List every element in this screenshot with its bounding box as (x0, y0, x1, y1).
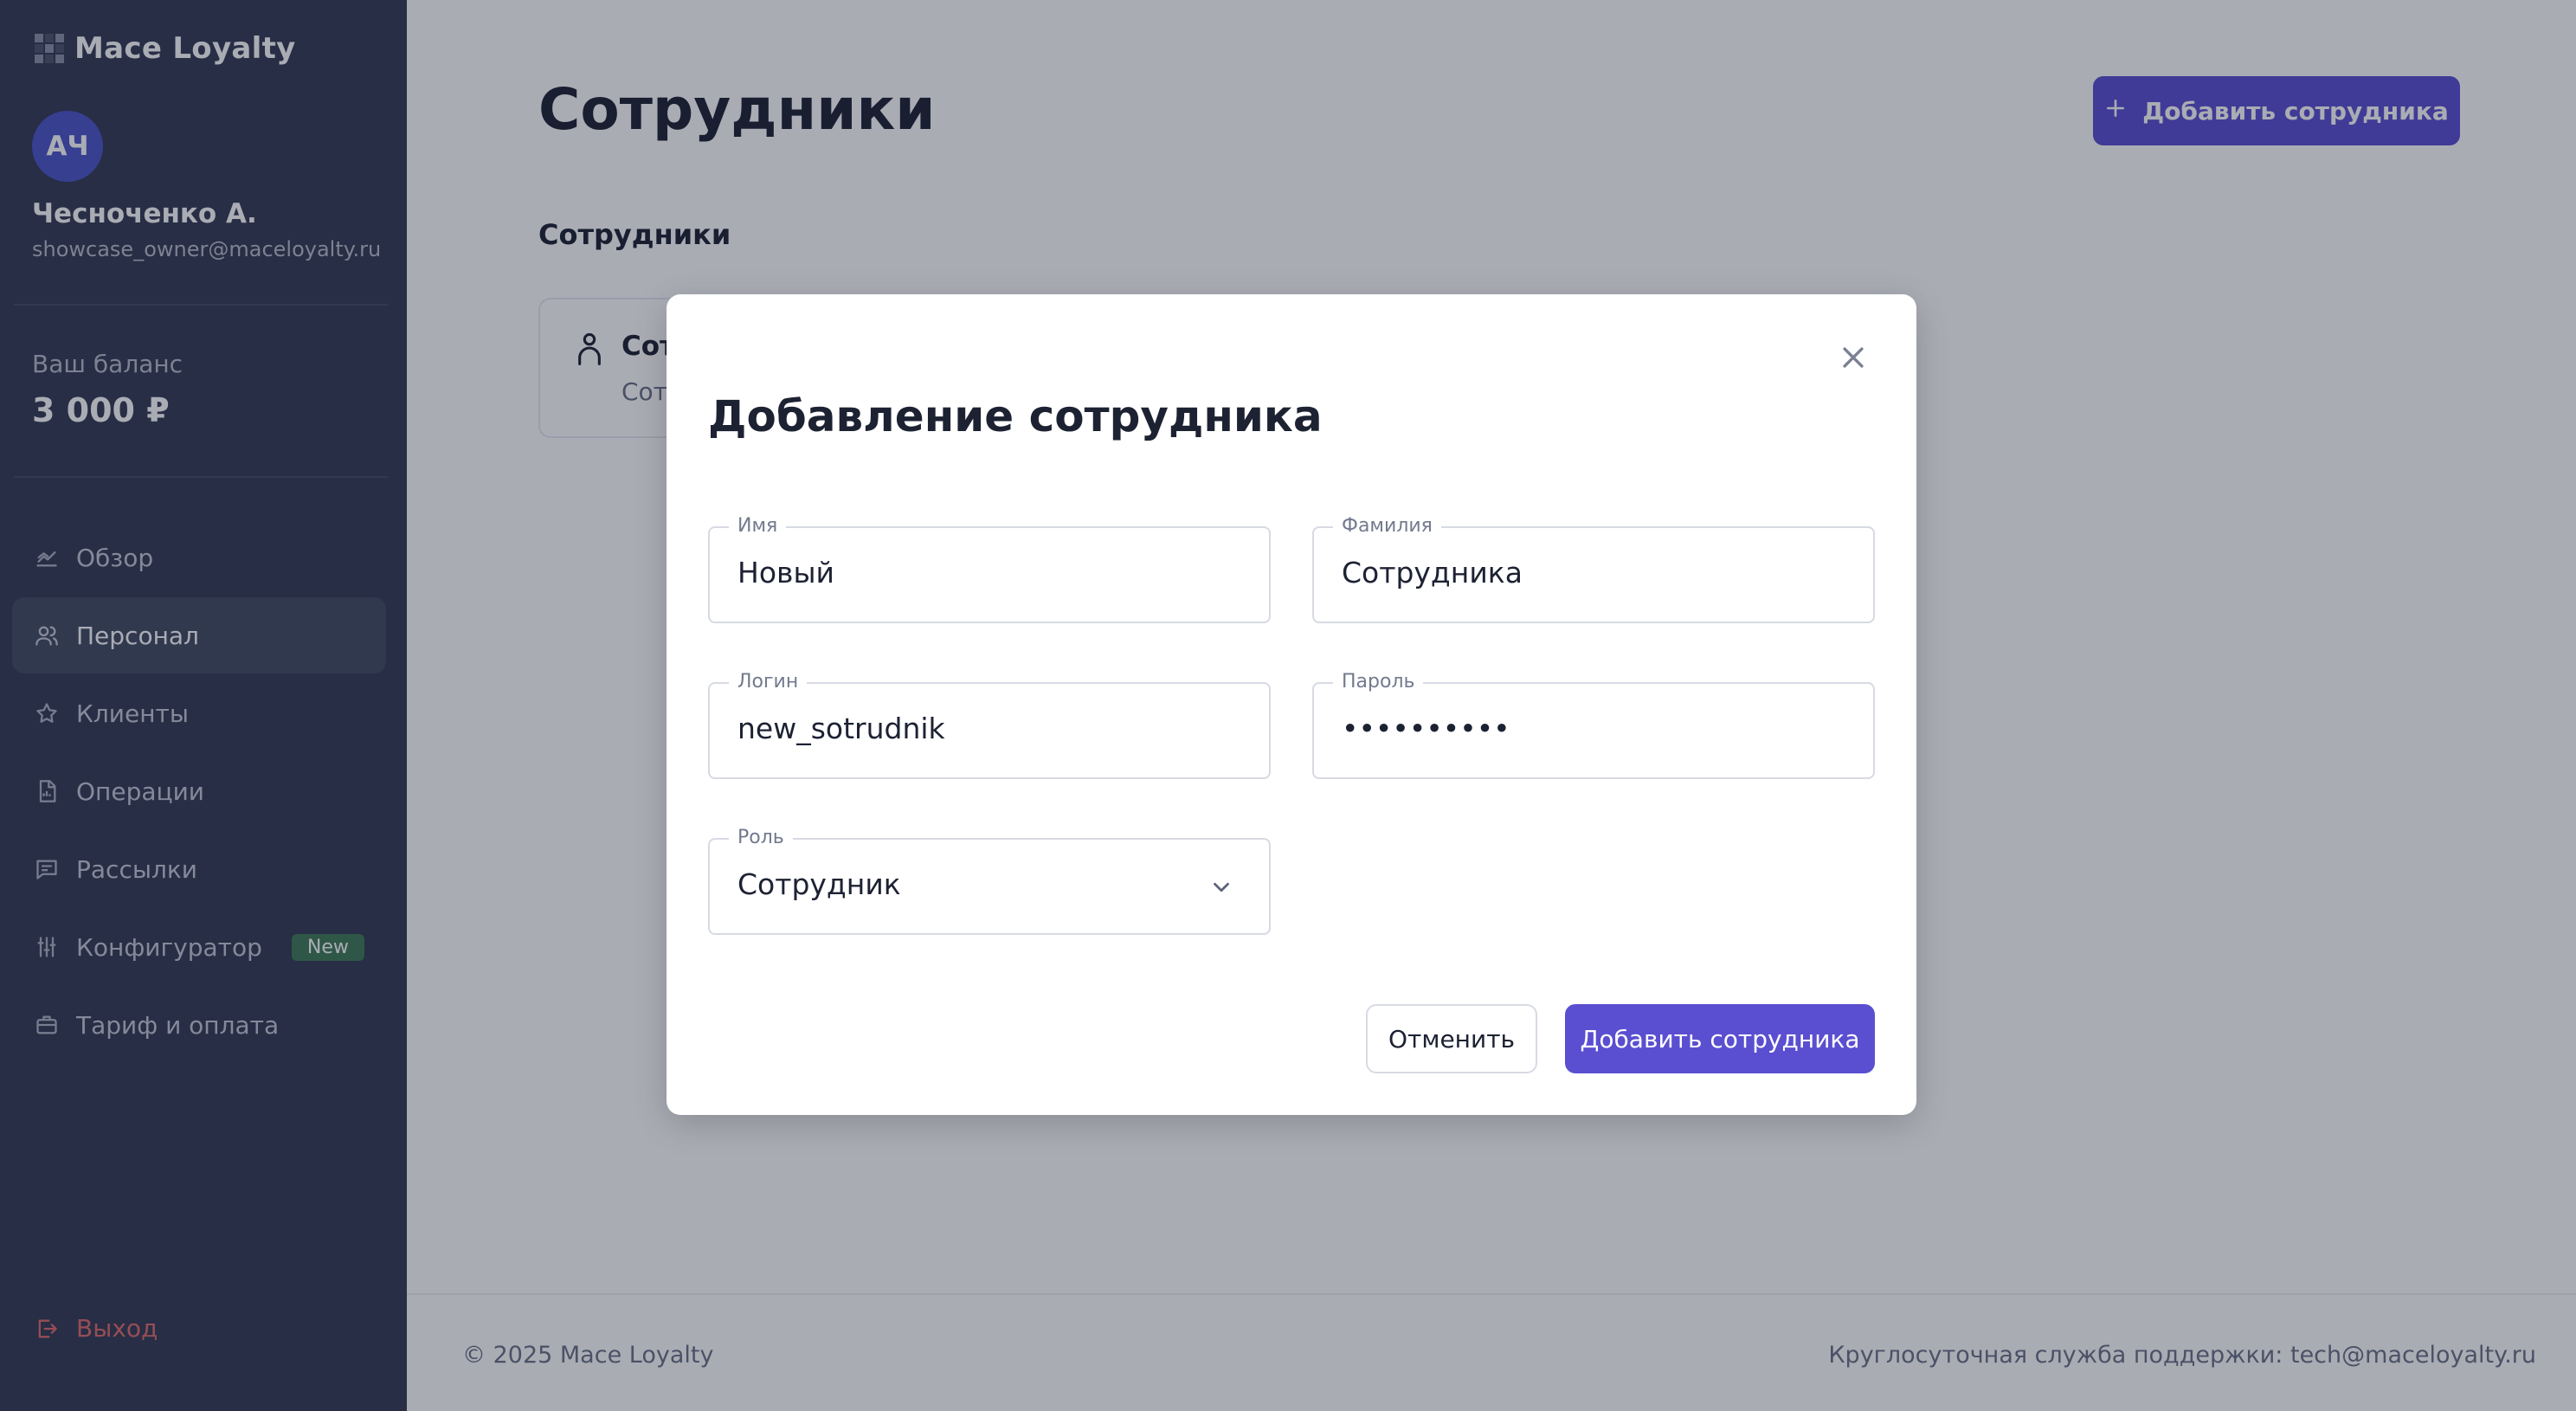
last-name-label: Фамилия (1333, 515, 1441, 537)
submit-button[interactable]: Добавить сотрудника (1565, 1004, 1875, 1073)
login-field[interactable]: Логин new_sotrudnik (708, 671, 1271, 779)
first-name-field[interactable]: Имя Новый (708, 515, 1271, 623)
add-employee-dialog: Добавление сотрудника Имя Новый Фамилия … (667, 294, 1916, 1115)
first-name-value: Новый (737, 556, 834, 590)
login-label: Логин (729, 671, 808, 693)
password-value: •••••••••• (1342, 712, 1510, 745)
chevron-down-icon (1208, 874, 1234, 904)
login-value: new_sotrudnik (737, 712, 945, 745)
role-label: Роль (729, 827, 793, 848)
role-select[interactable]: Роль Сотрудник (708, 827, 1271, 935)
dialog-title: Добавление сотрудника (708, 391, 1323, 441)
close-button[interactable] (1833, 339, 1873, 379)
close-icon (1839, 343, 1868, 376)
cancel-button[interactable]: Отменить (1366, 1004, 1537, 1073)
password-field[interactable]: Пароль •••••••••• (1312, 671, 1875, 779)
password-label: Пароль (1333, 671, 1424, 693)
role-value: Сотрудник (737, 867, 901, 901)
first-name-label: Имя (729, 515, 787, 537)
last-name-field[interactable]: Фамилия Сотрудника (1312, 515, 1875, 623)
last-name-value: Сотрудника (1342, 556, 1523, 590)
